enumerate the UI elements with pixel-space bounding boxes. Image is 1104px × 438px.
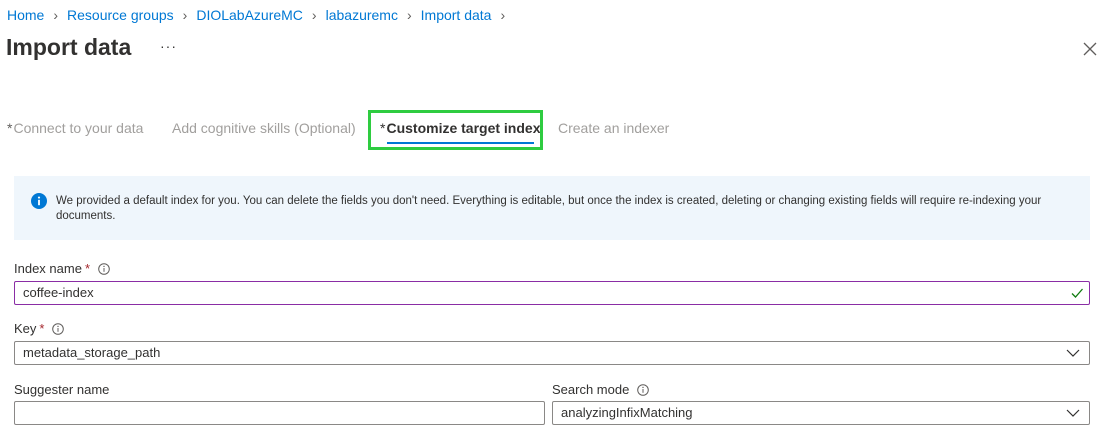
- chevron-down-icon: [1066, 409, 1080, 417]
- search-mode-dropdown[interactable]: analyzingInfixMatching: [552, 401, 1090, 425]
- breadcrumb-resource-groups[interactable]: Resource groups: [67, 7, 174, 23]
- info-banner: We provided a default index for you. You…: [14, 176, 1090, 240]
- breadcrumb-search-service[interactable]: labazuremc: [326, 7, 398, 23]
- index-name-value: coffee-index: [23, 285, 94, 300]
- breadcrumb-separator-icon: ›: [53, 7, 59, 23]
- breadcrumb-separator-icon: ›: [182, 7, 188, 23]
- tab-create-an-indexer[interactable]: Create an indexer: [558, 120, 669, 136]
- more-actions-button[interactable]: ···: [160, 38, 177, 54]
- info-icon: [31, 193, 47, 209]
- checkmark-icon: [1071, 288, 1083, 298]
- breadcrumb-import-data[interactable]: Import data: [421, 7, 492, 23]
- required-marker: *: [7, 120, 13, 136]
- index-name-label-text: Index name: [14, 261, 82, 276]
- required-marker: *: [39, 321, 45, 336]
- search-mode-label-text: Search mode: [552, 382, 630, 397]
- breadcrumb-separator-icon: ›: [406, 7, 412, 23]
- tab-label: Add cognitive skills (Optional): [172, 120, 356, 136]
- key-dropdown[interactable]: metadata_storage_path: [14, 341, 1090, 365]
- info-tooltip-icon[interactable]: [637, 383, 650, 396]
- info-tooltip-icon[interactable]: [98, 262, 110, 275]
- tab-label: Create an indexer: [558, 120, 670, 136]
- breadcrumb-home[interactable]: Home: [7, 7, 44, 23]
- tab-add-cognitive-skills[interactable]: Add cognitive skills (Optional): [172, 120, 356, 136]
- import-data-page: Home › Resource groups › DIOLabAzureMC ›…: [0, 0, 1104, 438]
- required-marker: *: [84, 261, 90, 276]
- key-value: metadata_storage_path: [23, 345, 161, 360]
- suggester-name-label-text: Suggester name: [14, 382, 110, 397]
- key-label: Key *: [14, 321, 65, 336]
- suggester-name-label: Suggester name: [14, 382, 109, 397]
- breadcrumb-separator-icon: ›: [311, 7, 317, 23]
- info-banner-text: We provided a default index for you. You…: [56, 195, 1042, 222]
- search-mode-value: analyzingInfixMatching: [561, 405, 693, 420]
- wizard-tabs: *Connect to your data Add cognitive skil…: [0, 110, 700, 150]
- tab-connect-to-your-data[interactable]: *Connect to your data: [7, 120, 143, 136]
- close-icon[interactable]: [1081, 40, 1099, 58]
- chevron-down-icon: [1066, 349, 1080, 357]
- search-mode-label: Search mode: [552, 382, 650, 397]
- index-name-label: Index name *: [14, 261, 110, 276]
- info-tooltip-icon[interactable]: [52, 322, 65, 335]
- key-label-text: Key: [14, 321, 37, 336]
- index-name-input[interactable]: coffee-index: [14, 281, 1090, 305]
- suggester-name-input[interactable]: [14, 401, 545, 425]
- breadcrumb-resource-group[interactable]: DIOLabAzureMC: [196, 7, 303, 23]
- breadcrumb: Home › Resource groups › DIOLabAzureMC ›…: [7, 7, 514, 23]
- active-tab-highlight: [368, 110, 543, 150]
- tab-label: Connect to your data: [13, 120, 144, 136]
- breadcrumb-separator-icon: ›: [500, 7, 506, 23]
- page-title: Import data: [6, 34, 132, 60]
